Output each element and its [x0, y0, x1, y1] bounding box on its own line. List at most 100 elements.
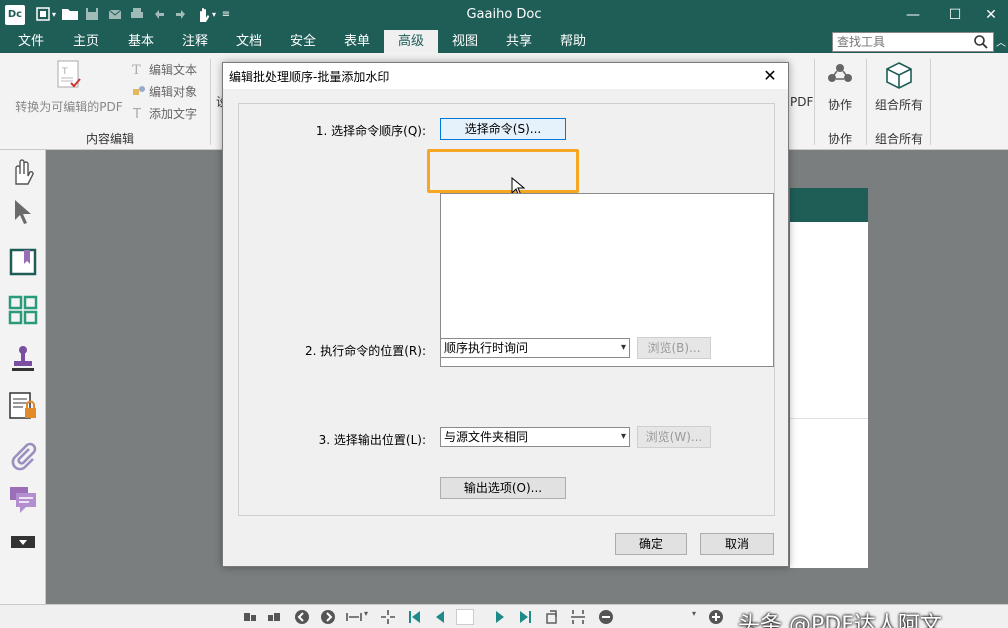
step3-label: 3. 选择输出位置(L):: [318, 433, 426, 447]
pdf-ribbon-label[interactable]: PDF: [790, 95, 813, 109]
menu-advanced[interactable]: 高级: [384, 30, 438, 53]
combine-cube-icon: [886, 62, 912, 89]
zoom-out-icon[interactable]: [598, 609, 614, 625]
zoom-dropdown-icon[interactable]: ▾: [692, 609, 700, 625]
page-number-field[interactable]: [456, 609, 474, 625]
search-icon[interactable]: [973, 34, 989, 50]
fit-width-icon[interactable]: [346, 609, 362, 625]
collaborate-group-label: 协作: [827, 132, 852, 146]
first-page-icon[interactable]: [406, 609, 422, 625]
next-page-icon[interactable]: [492, 609, 508, 625]
menu-home[interactable]: 主页: [60, 30, 112, 53]
svg-text:T: T: [132, 107, 141, 120]
ok-button[interactable]: 确定: [615, 533, 687, 555]
output-location-select[interactable]: 与源文件夹相同 ▾: [440, 427, 630, 447]
svg-text:T: T: [61, 67, 68, 77]
minimize-button[interactable]: —: [898, 4, 928, 26]
step2-label: 2. 执行命令的位置(R):: [304, 344, 426, 358]
menu-file[interactable]: 文件: [6, 30, 56, 53]
ribbon-separator: [814, 59, 815, 145]
hand-icon[interactable]: [7, 156, 39, 188]
document-page[interactable]: [790, 188, 868, 568]
document-security-icon[interactable]: [7, 390, 39, 422]
browse-b-button[interactable]: 浏览(B)...: [637, 337, 711, 359]
attachment-icon[interactable]: [7, 440, 39, 472]
select-command-highlight: [427, 149, 579, 193]
dialog-content-panel: 1. 选择命令顺序(Q): 选择命令(S)... 2. 执行命令的位置(R): …: [238, 103, 775, 516]
close-window-button[interactable]: ✕: [976, 4, 1006, 26]
dialog-title-bar: 编辑批处理顺序-批量添加水印 ✕: [223, 63, 788, 89]
back-icon[interactable]: [294, 609, 310, 625]
add-text-icon: T: [132, 106, 146, 122]
menu-comment[interactable]: 注释: [168, 30, 222, 53]
browse-w-button[interactable]: 浏览(W)...: [637, 426, 711, 448]
edit-object-label: 编辑对象: [149, 85, 198, 99]
collaborate-label: 协作: [827, 98, 852, 112]
next-view-icon[interactable]: [266, 609, 282, 625]
page-header-band: [790, 188, 868, 222]
app-title: Gaaiho Doc: [466, 7, 542, 22]
dialog-title: 编辑批处理顺序-批量添加水印: [229, 70, 390, 84]
batch-sequence-dialog: 编辑批处理顺序-批量添加水印 ✕ 1. 选择命令顺序(Q): 选择命令(S)..…: [222, 62, 789, 567]
ribbon-collapse-icon[interactable]: ︿: [996, 34, 1006, 49]
menu-bar: 文件 主页 基本 注释 文档 安全 表单 高级 视图 共享 帮助 ︿: [0, 30, 1008, 53]
fit-page-icon[interactable]: [380, 609, 396, 625]
dialog-close-button[interactable]: ✕: [760, 66, 780, 86]
edit-object-icon: [132, 84, 146, 98]
left-toolbar: [0, 150, 46, 604]
forward-icon[interactable]: [320, 609, 336, 625]
convert-editable-pdf-button[interactable]: T 转换为可编辑的PDF: [10, 59, 128, 115]
rotate-icon[interactable]: [544, 609, 560, 625]
zoom-in-icon[interactable]: [708, 609, 724, 625]
previous-page-icon[interactable]: [432, 609, 448, 625]
combine-all-label: 组合所有: [874, 98, 923, 112]
collaborate-button[interactable]: 协作: [818, 61, 862, 113]
output-location-value: 与源文件夹相同: [444, 430, 529, 444]
output-options-button[interactable]: 输出选项(O)...: [440, 477, 566, 499]
combine-all-group-label: 组合所有: [874, 132, 923, 146]
bookmark-panel-icon[interactable]: [7, 246, 39, 278]
edit-text-button[interactable]: T 编辑文本: [132, 61, 197, 78]
ribbon-separator: [866, 59, 867, 145]
add-text-label: 添加文字: [149, 107, 198, 121]
svg-text:T: T: [132, 63, 141, 76]
edit-object-button[interactable]: 编辑对象: [132, 83, 197, 100]
combine-all-button[interactable]: 组合所有: [868, 61, 930, 113]
search-input[interactable]: [833, 33, 963, 51]
menu-share[interactable]: 共享: [492, 30, 546, 53]
menu-basic[interactable]: 基本: [114, 30, 168, 53]
edit-text-icon: T: [132, 62, 146, 78]
convert-editable-pdf-label: 转换为可编辑的PDF: [15, 100, 123, 114]
panel-expand-icon[interactable]: [11, 534, 35, 550]
execute-location-select[interactable]: 顺序执行时询问 ▾: [440, 338, 630, 358]
cancel-button[interactable]: 取消: [700, 533, 774, 555]
bottom-navigation-bar: ▾ ▾ 头条 @PDF达人阿文: [0, 604, 1008, 628]
page-rule: [790, 418, 868, 419]
convert-pdf-icon: T: [57, 60, 81, 88]
edit-text-label: 编辑文本: [149, 63, 198, 77]
comments-panel-icon[interactable]: [7, 484, 39, 516]
page-layout-icon[interactable]: [570, 609, 586, 625]
fit-dropdown-icon[interactable]: ▾: [364, 609, 372, 625]
thumbnails-panel-icon[interactable]: [7, 294, 39, 326]
menu-view[interactable]: 视图: [438, 30, 492, 53]
menu-help[interactable]: 帮助: [546, 30, 600, 53]
add-text-button[interactable]: T 添加文字: [132, 105, 197, 122]
collaborate-icon: [828, 64, 852, 82]
execute-location-value: 顺序执行时询问: [444, 341, 529, 355]
select-command-button[interactable]: 选择命令(S)...: [440, 118, 566, 140]
stamp-icon[interactable]: [7, 342, 39, 374]
previous-view-icon[interactable]: [242, 609, 258, 625]
menu-forms[interactable]: 表单: [330, 30, 384, 53]
ribbon-separator: [210, 59, 211, 145]
title-bar: Dc ▾ ▾ ≡ Gaaiho Doc — ☐ ✕: [0, 0, 1008, 30]
menu-security[interactable]: 安全: [276, 30, 330, 53]
ribbon-separator: [930, 59, 931, 145]
last-page-icon[interactable]: [518, 609, 534, 625]
chevron-down-icon: ▾: [620, 431, 626, 442]
chevron-down-icon: ▾: [620, 342, 626, 353]
content-edit-group-label: 内容编辑: [85, 132, 134, 146]
maximize-button[interactable]: ☐: [940, 4, 970, 26]
menu-document[interactable]: 文档: [222, 30, 276, 53]
select-arrow-icon[interactable]: [7, 196, 39, 228]
